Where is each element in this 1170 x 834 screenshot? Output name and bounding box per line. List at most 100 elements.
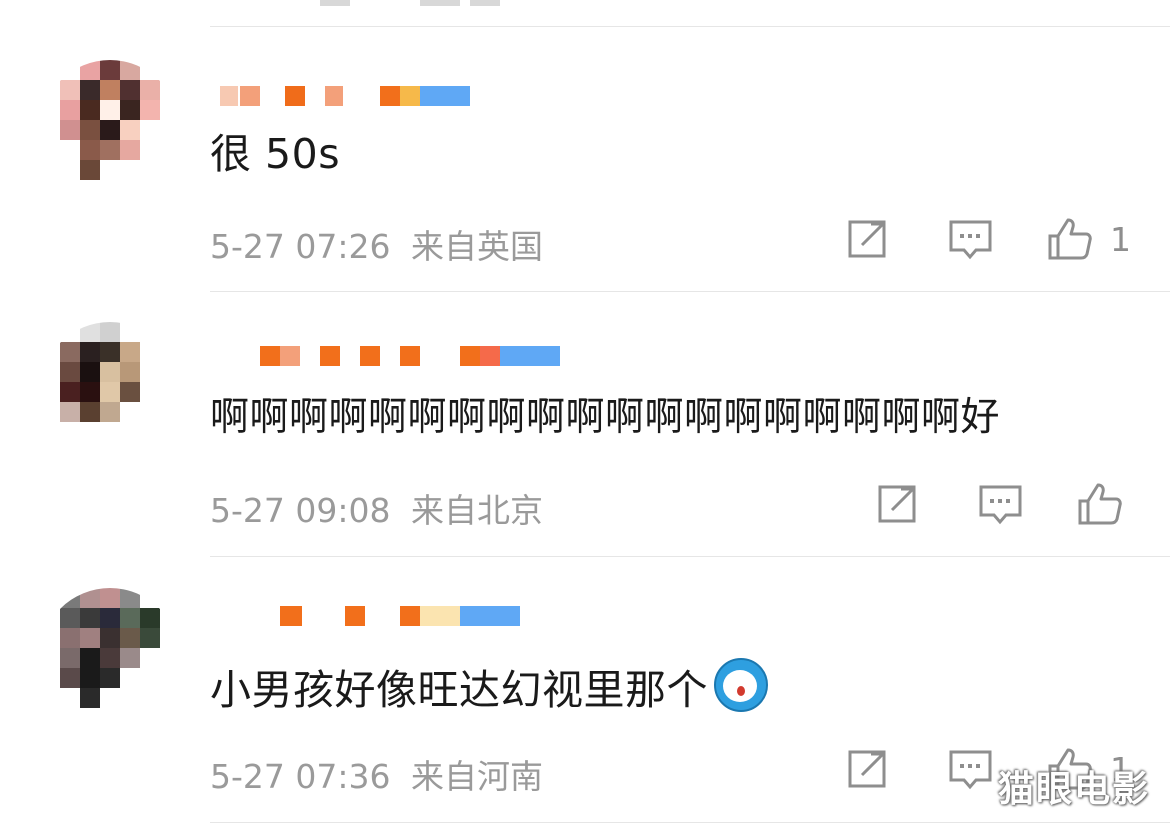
avatar-pixel [140, 688, 160, 708]
avatar-pixel [140, 628, 160, 648]
username-pixel [320, 346, 340, 366]
comment-date: 5-27 07:26 [210, 227, 391, 266]
avatar-pixel [100, 628, 120, 648]
avatar-pixel [140, 342, 160, 362]
avatar-pixel [80, 60, 100, 80]
comment-location: 来自河南 [411, 757, 543, 796]
avatar-pixel [60, 80, 80, 100]
username-pixel [480, 346, 500, 366]
comment-meta: 5-27 09:08 来自北京 [210, 484, 553, 532]
avatar-pixel [80, 120, 100, 140]
comment-text-content: 小男孩好像旺达幻视里那个 [210, 666, 708, 714]
avatar-pixel [140, 382, 160, 402]
repost-icon[interactable] [846, 216, 894, 264]
avatar-pixel [100, 120, 120, 140]
username[interactable] [215, 606, 595, 630]
comment-date: 5-27 09:08 [210, 491, 391, 530]
comment-actions: 1 [846, 216, 1146, 266]
username-pixel [400, 86, 420, 106]
username-pixel [325, 86, 343, 106]
comment-location: 来自北京 [411, 491, 543, 530]
comment-icon[interactable] [948, 746, 996, 794]
username[interactable] [215, 86, 595, 110]
username-pixel [400, 606, 422, 626]
avatar-pixel [80, 342, 100, 362]
avatar-pixel [100, 422, 120, 442]
previous-comment-fragment [300, 0, 520, 8]
avatar-pixel [80, 688, 100, 708]
comment-icon[interactable] [948, 216, 996, 264]
avatar-pixel [140, 60, 160, 80]
avatar-pixel [120, 140, 140, 160]
avatar[interactable] [40, 322, 180, 462]
avatar[interactable] [40, 588, 180, 728]
comment-location: 来自英国 [411, 227, 543, 266]
avatar-pixel [60, 160, 80, 180]
avatar-pixel [60, 362, 80, 382]
comment-icon[interactable] [978, 481, 1026, 529]
avatar-pixel [120, 628, 140, 648]
avatar[interactable] [40, 60, 180, 200]
avatar-mosaic [60, 60, 160, 180]
avatar-pixel [80, 322, 100, 342]
username-pixel [420, 606, 460, 626]
avatar-pixel [100, 160, 120, 180]
comment-text: 啊啊啊啊啊啊啊啊啊啊啊啊啊啊啊啊啊啊啊好 [210, 395, 1001, 440]
repost-icon[interactable] [876, 481, 924, 529]
avatar-pixel [60, 120, 80, 140]
avatar-pixel [60, 382, 80, 402]
avatar-pixel [80, 422, 100, 442]
thumbs-up-icon[interactable] [1046, 216, 1094, 264]
username-pixel [345, 606, 365, 626]
avatar-pixel [120, 322, 140, 342]
username-pixel [460, 346, 480, 366]
divider [210, 26, 1170, 27]
avatar-mosaic [60, 322, 160, 442]
avatar-pixel [140, 362, 160, 382]
avatar-pixel [80, 588, 100, 608]
thumbs-up-icon[interactable] [1076, 481, 1124, 529]
comment-meta: 5-27 07:36 来自河南 [210, 750, 553, 798]
username-pixel [280, 346, 300, 366]
avatar-pixel [140, 588, 160, 608]
username-pixel [460, 606, 520, 626]
avatar-pixel [140, 100, 160, 120]
divider [210, 556, 1170, 557]
username[interactable] [215, 346, 595, 370]
avatar-pixel [100, 342, 120, 362]
avatar-pixel [120, 100, 140, 120]
username-pixel [380, 86, 400, 106]
avatar-pixel [100, 80, 120, 100]
username-pixel [500, 346, 560, 366]
avatar-pixel [60, 342, 80, 362]
repost-icon[interactable] [846, 746, 894, 794]
avatar-pixel [100, 688, 120, 708]
avatar-pixel [60, 648, 80, 668]
like-count: 1 [1110, 220, 1131, 259]
avatar-pixel [80, 80, 100, 100]
avatar-pixel [100, 100, 120, 120]
avatar-pixel [100, 668, 120, 688]
avatar-pixel [100, 60, 120, 80]
avatar-pixel [100, 140, 120, 160]
avatar-pixel [60, 422, 80, 442]
avatar-pixel [100, 322, 120, 342]
avatar-pixel [100, 382, 120, 402]
avatar-pixel [120, 688, 140, 708]
avatar-pixel [120, 608, 140, 628]
avatar-pixel [120, 402, 140, 422]
avatar-pixel [140, 160, 160, 180]
avatar-pixel [60, 100, 80, 120]
avatar-pixel [120, 588, 140, 608]
username-pixel [280, 606, 302, 626]
avatar-pixel [60, 668, 80, 688]
username-pixel [220, 86, 238, 106]
avatar-pixel [80, 140, 100, 160]
avatar-pixel [120, 362, 140, 382]
avatar-pixel [120, 668, 140, 688]
avatar-pixel [80, 100, 100, 120]
avatar-pixel [120, 120, 140, 140]
avatar-pixel [60, 588, 80, 608]
avatar-pixel [100, 362, 120, 382]
avatar-pixel [60, 322, 80, 342]
